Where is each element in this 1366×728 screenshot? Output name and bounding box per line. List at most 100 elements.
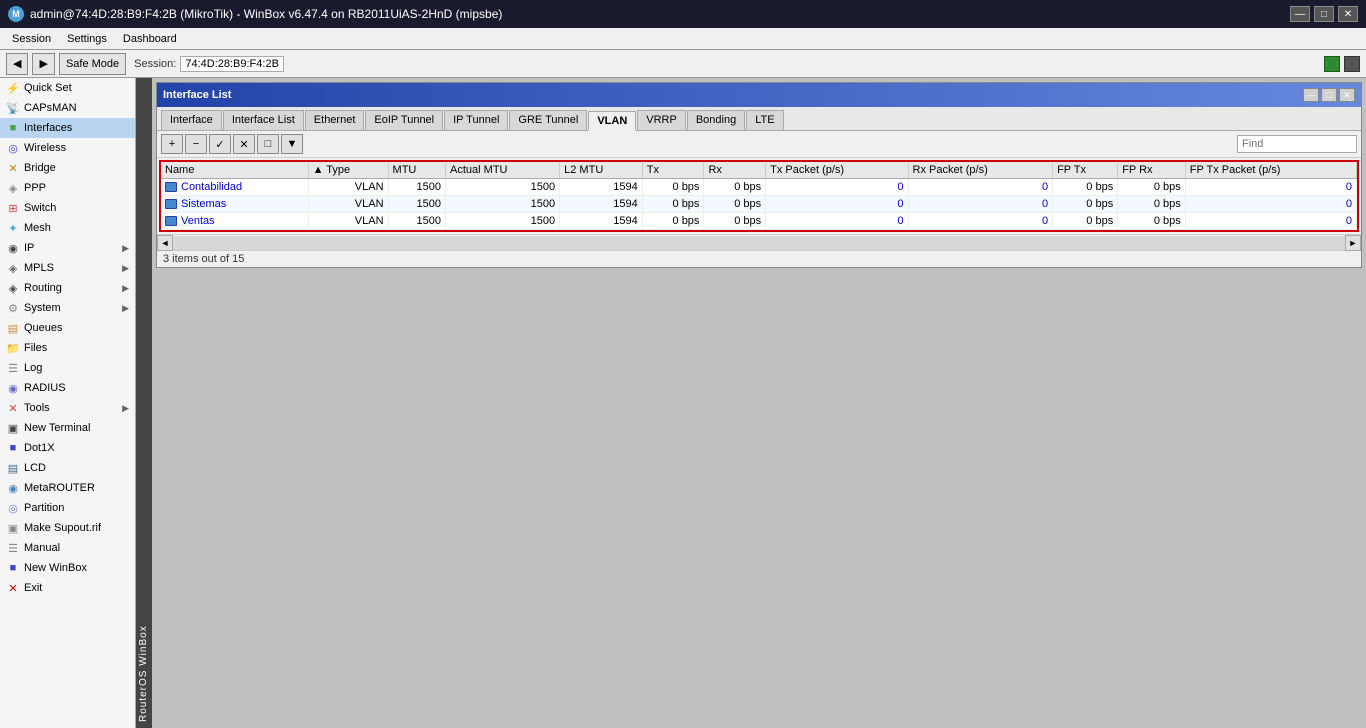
log-icon: ☰	[6, 361, 20, 375]
sidebar-item-new-terminal[interactable]: ▣New Terminal	[0, 418, 135, 438]
tab-interface[interactable]: Interface	[161, 110, 222, 130]
forward-button[interactable]: ▶	[32, 53, 54, 75]
sidebar-item-bridge[interactable]: ✕Bridge	[0, 158, 135, 178]
copy-button[interactable]: □	[257, 134, 279, 154]
sidebar-item-log[interactable]: ☰ Log	[0, 358, 135, 378]
radius-icon: ◉	[6, 381, 20, 395]
sidebar-item-switch[interactable]: ⊞Switch	[0, 198, 135, 218]
sidebar-item-mpls[interactable]: ◈MPLS▶	[0, 258, 135, 278]
sidebar-label-queues: Queues	[24, 322, 129, 334]
table-row[interactable]: ContabilidadVLAN1500150015940 bps0 bps00…	[161, 179, 1357, 196]
col-header-9[interactable]: FP Tx	[1053, 162, 1118, 179]
sidebar-item-tools[interactable]: ✕Tools▶	[0, 398, 135, 418]
sidebar-label-log: Log	[24, 362, 129, 374]
scroll-left-button[interactable]: ◄	[157, 235, 173, 251]
sidebar-item-capsman[interactable]: 📡CAPsMAN	[0, 98, 135, 118]
menu-settings[interactable]: Settings	[59, 31, 115, 47]
col-header-11[interactable]: FP Tx Packet (p/s)	[1185, 162, 1356, 179]
tab-gre-tunnel[interactable]: GRE Tunnel	[509, 110, 587, 130]
tab-bonding[interactable]: Bonding	[687, 110, 745, 130]
table-row[interactable]: SistemasVLAN1500150015940 bps0 bps000 bp…	[161, 196, 1357, 213]
scroll-track[interactable]	[173, 236, 1345, 250]
menu-session[interactable]: Session	[4, 31, 59, 47]
sidebar-item-quick-set[interactable]: ⚡Quick Set	[0, 78, 135, 98]
sidebar-item-dot1x[interactable]: ■Dot1X	[0, 438, 135, 458]
bridge-icon: ✕	[6, 161, 20, 175]
sidebar-item-manual[interactable]: ☰Manual	[0, 538, 135, 558]
search-input[interactable]	[1237, 135, 1357, 153]
remove-button[interactable]: −	[185, 134, 207, 154]
sidebar-item-radius[interactable]: ◉RADIUS	[0, 378, 135, 398]
sidebar-item-new-winbox[interactable]: ■New WinBox	[0, 558, 135, 578]
menu-dashboard[interactable]: Dashboard	[115, 31, 185, 47]
check-button[interactable]: ✓	[209, 134, 231, 154]
col-header-10[interactable]: FP Rx	[1118, 162, 1186, 179]
col-header-2[interactable]: MTU	[388, 162, 445, 179]
back-button[interactable]: ◀	[6, 53, 28, 75]
scroll-right-button[interactable]: ►	[1345, 235, 1361, 251]
col-header-6[interactable]: Rx	[704, 162, 766, 179]
safemode-button[interactable]: Safe Mode	[59, 53, 126, 75]
sidebar-item-ip[interactable]: ◉IP▶	[0, 238, 135, 258]
status-indicator2	[1344, 56, 1360, 72]
tab-vlan[interactable]: VLAN	[588, 111, 636, 131]
interface-name: Ventas	[181, 215, 215, 227]
sidebar-item-files[interactable]: 📁Files	[0, 338, 135, 358]
uncheck-button[interactable]: ✕	[233, 134, 255, 154]
sidebar-item-exit[interactable]: ✕Exit	[0, 578, 135, 598]
sidebar-label-routing: Routing	[24, 282, 118, 294]
tab-lte[interactable]: LTE	[746, 110, 783, 130]
sidebar-item-queues[interactable]: ▤Queues	[0, 318, 135, 338]
table-cell: 0 bps	[704, 196, 766, 213]
tab-eoip-tunnel[interactable]: EoIP Tunnel	[365, 110, 443, 130]
partition-icon: ◎	[6, 501, 20, 515]
window-toolbar: + − ✓ ✕ □ ▼	[157, 131, 1361, 158]
table-cell: 0	[1185, 179, 1356, 196]
sidebar-label-new-winbox: New WinBox	[24, 562, 129, 574]
filter-button[interactable]: ▼	[281, 134, 303, 154]
col-header-4[interactable]: L2 MTU	[560, 162, 643, 179]
sidebar-item-wireless[interactable]: ◎Wireless	[0, 138, 135, 158]
tab-ip-tunnel[interactable]: IP Tunnel	[444, 110, 508, 130]
new-terminal-icon: ▣	[6, 421, 20, 435]
sidebar-item-metarouter[interactable]: ◉MetaROUTER	[0, 478, 135, 498]
sidebar-item-system[interactable]: ⚙System▶	[0, 298, 135, 318]
table-cell: 0	[766, 213, 908, 230]
col-header-3[interactable]: Actual MTU	[446, 162, 560, 179]
sidebar-item-ppp[interactable]: ◈PPP	[0, 178, 135, 198]
vlan-table-container: Name▲ TypeMTUActual MTUL2 MTUTxRxTx Pack…	[159, 160, 1359, 232]
col-header-5[interactable]: Tx	[642, 162, 704, 179]
table-cell: 0	[766, 196, 908, 213]
table-cell: 0	[1185, 196, 1356, 213]
tab-ethernet[interactable]: Ethernet	[305, 110, 365, 130]
routing-icon: ◈	[6, 281, 20, 295]
sidebar-label-metarouter: MetaROUTER	[24, 482, 129, 494]
sidebar-label-manual: Manual	[24, 542, 129, 554]
maximize-button[interactable]: □	[1314, 6, 1334, 22]
sidebar-item-lcd[interactable]: ▤LCD	[0, 458, 135, 478]
close-button[interactable]: ✕	[1338, 6, 1358, 22]
window-close-button[interactable]: ✕	[1339, 88, 1355, 102]
sidebar-item-routing[interactable]: ◈Routing▶	[0, 278, 135, 298]
sidebar-item-interfaces[interactable]: ■Interfaces	[0, 118, 135, 138]
sidebar-label-tools: Tools	[24, 402, 118, 414]
minimize-button[interactable]: —	[1290, 6, 1310, 22]
tab-vrrp[interactable]: VRRP	[637, 110, 686, 130]
horizontal-scrollbar[interactable]: ◄ ►	[157, 234, 1361, 250]
expand-arrow-ip: ▶	[122, 243, 129, 254]
table-cell: 0 bps	[642, 196, 704, 213]
tab-interface-list[interactable]: Interface List	[223, 110, 304, 130]
window-minimize-button[interactable]: —	[1303, 88, 1319, 102]
table-cell: 1594	[560, 213, 643, 230]
col-header-0[interactable]: Name	[161, 162, 308, 179]
table-row[interactable]: VentasVLAN1500150015940 bps0 bps000 bps0…	[161, 213, 1357, 230]
col-header-1[interactable]: ▲ Type	[308, 162, 388, 179]
col-header-8[interactable]: Rx Packet (p/s)	[908, 162, 1053, 179]
sidebar-item-make-supout[interactable]: ▣Make Supout.rif	[0, 518, 135, 538]
col-header-7[interactable]: Tx Packet (p/s)	[766, 162, 908, 179]
sidebar-item-mesh[interactable]: ✦Mesh	[0, 218, 135, 238]
add-button[interactable]: +	[161, 134, 183, 154]
capsman-icon: 📡	[6, 101, 20, 115]
window-maximize-button[interactable]: □	[1321, 88, 1337, 102]
sidebar-item-partition[interactable]: ◎Partition	[0, 498, 135, 518]
